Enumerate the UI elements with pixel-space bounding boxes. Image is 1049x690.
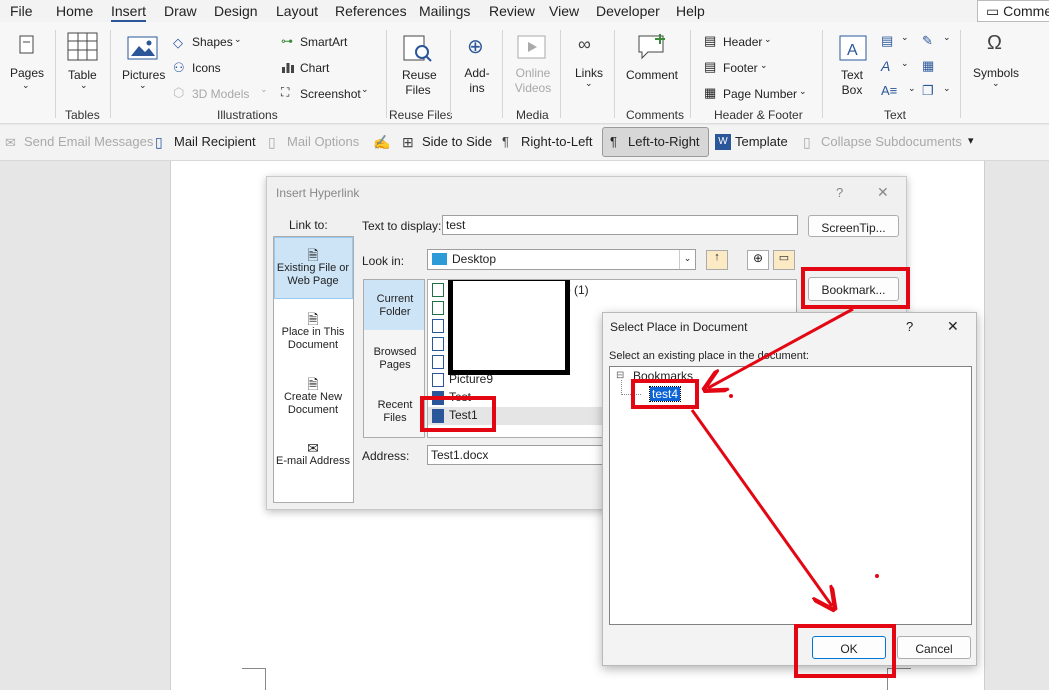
annotation-dot [875, 574, 879, 578]
annotation-arrows [690, 307, 879, 690]
annotation-arrow-1 [708, 307, 854, 388]
annotation-arrow-2 [690, 409, 832, 606]
annotation-dot [729, 394, 733, 398]
